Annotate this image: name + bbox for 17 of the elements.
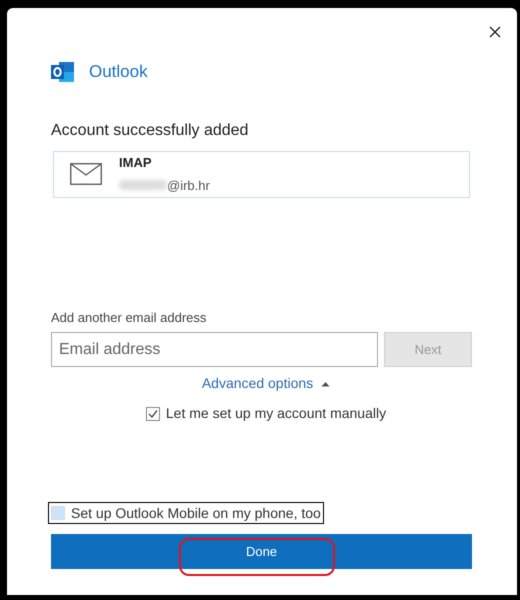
account-type: IMAP — [119, 154, 152, 172]
advanced-options-link[interactable]: Advanced options — [202, 373, 330, 394]
mobile-setup-option[interactable]: Set up Outlook Mobile on my phone, too — [48, 502, 324, 524]
close-button[interactable] — [487, 24, 503, 40]
envelope-icon — [70, 163, 102, 185]
checkbox[interactable] — [146, 406, 160, 420]
checkmark-icon — [148, 408, 158, 418]
account-email: @irb.hr — [167, 176, 210, 194]
done-button[interactable]: Done — [51, 534, 472, 569]
mobile-setup-label: Set up Outlook Mobile on my phone, too — [71, 504, 321, 523]
heading: Account successfully added — [50, 120, 250, 140]
app-name: Outlook — [89, 61, 148, 83]
caret-icon — [321, 380, 330, 386]
manual-setup-label: Let me set up my account manually — [166, 404, 386, 423]
add-label: Add another email address — [50, 308, 208, 326]
email-field[interactable]: Email address — [51, 332, 378, 367]
outlook-logo-icon — [51, 60, 75, 83]
